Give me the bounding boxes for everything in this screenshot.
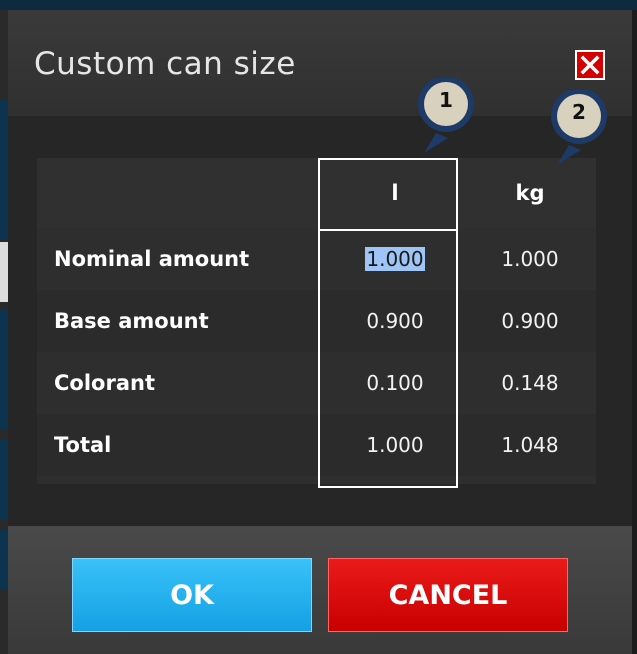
background-strip-top	[0, 0, 637, 10]
colorant-kg-value: 0.148	[501, 371, 559, 395]
liters-column-highlight	[318, 158, 458, 488]
table-row: Base amount 0.900 0.900	[37, 290, 596, 352]
cancel-button[interactable]: CANCEL	[328, 558, 568, 632]
callout-number: 1	[439, 88, 453, 112]
callout-2: 2	[547, 90, 627, 190]
ok-button[interactable]: OK	[72, 558, 312, 632]
column-header-divider	[320, 229, 456, 231]
table-row: Colorant 0.100 0.148	[37, 352, 596, 414]
nominal-amount-kg-value: 1.000	[501, 247, 559, 271]
dialog-header: Custom can size	[8, 10, 632, 116]
close-x-icon	[580, 55, 600, 75]
callout-number: 2	[572, 100, 586, 124]
table-row: Total 1.000 1.048	[37, 414, 596, 476]
row-label-total: Total	[54, 433, 112, 457]
base-amount-kg-value: 0.900	[501, 309, 559, 333]
row-label-colorant: Colorant	[54, 371, 155, 395]
row-label-base-amount: Base amount	[54, 309, 209, 333]
close-button[interactable]	[575, 50, 605, 80]
table-row: Nominal amount 1.000 1.000	[37, 228, 596, 290]
callout-1: 1	[414, 78, 494, 178]
total-kg-value: 1.048	[501, 433, 559, 457]
row-label-nominal-amount: Nominal amount	[54, 247, 250, 271]
dialog-title: Custom can size	[34, 46, 296, 82]
